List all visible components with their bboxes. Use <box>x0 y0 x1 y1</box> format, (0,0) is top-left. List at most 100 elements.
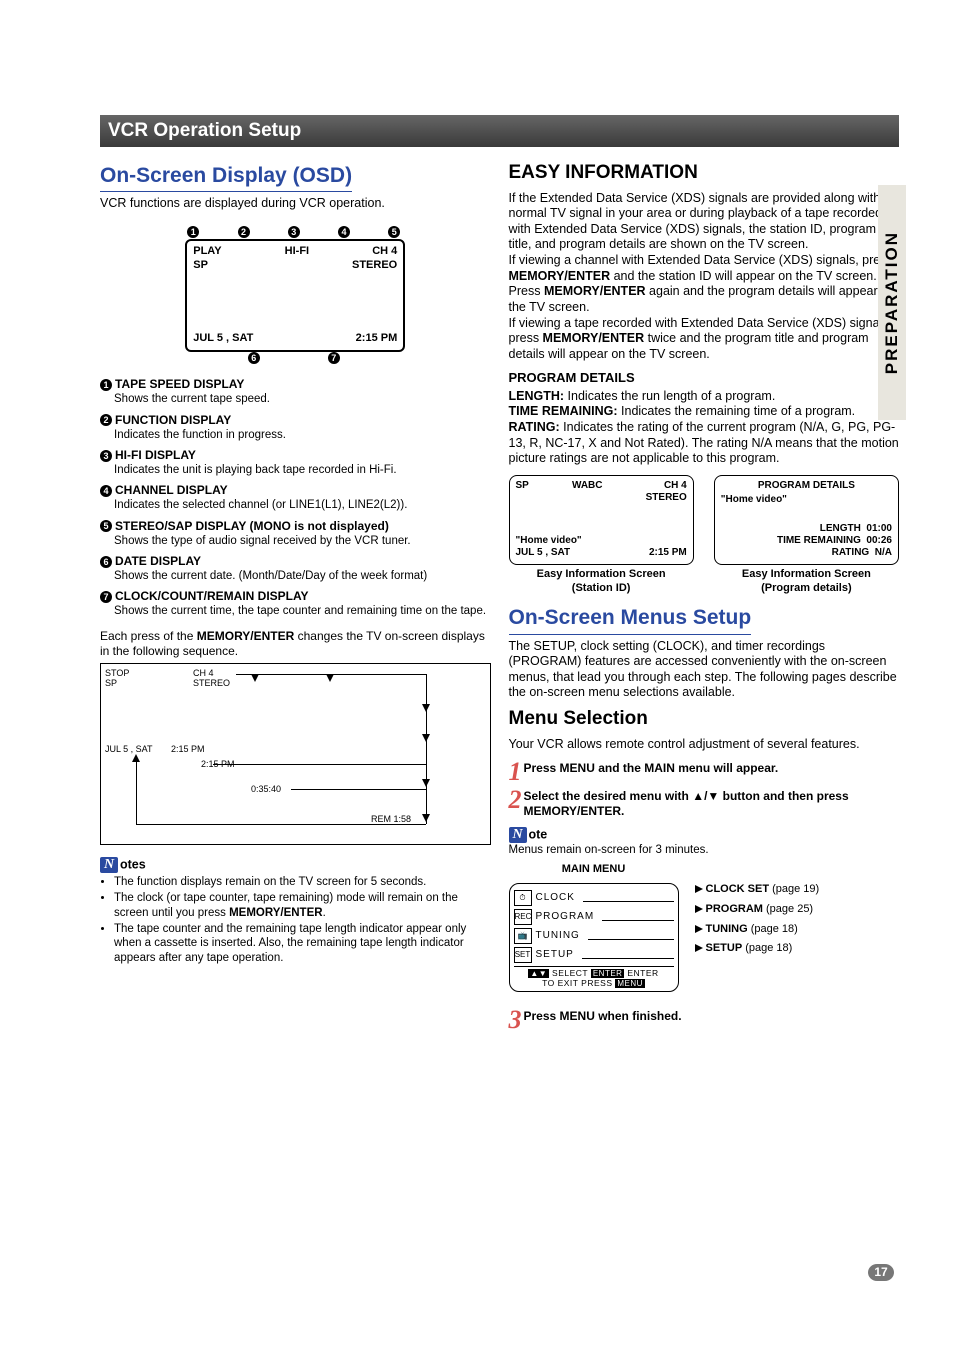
osd-item-list: 1TAPE SPEED DISPLAYShows the current tap… <box>100 377 491 619</box>
seq-date: JUL 5 , SAT <box>105 744 153 755</box>
menu-icon: 📺 <box>514 928 532 944</box>
osd-hifi: HI-FI <box>285 245 309 259</box>
callout-3: 3 <box>288 226 300 238</box>
menu-icon: SET <box>514 947 532 963</box>
section-title: VCR Operation Setup <box>100 115 899 147</box>
seq-sp: SP <box>105 678 117 689</box>
callout-4: 4 <box>338 226 350 238</box>
menu-label: TUNING <box>536 930 580 943</box>
main-menu-diagram: ⏱ CLOCK REC PROGRAM 📺 TUNING SET SETUP ▲▼ SELEC… <box>509 883 900 992</box>
osd-item-title: 3HI-FI DISPLAY <box>100 448 491 463</box>
note-item: The function displays remain on the TV s… <box>114 875 491 889</box>
osd-item-desc: Shows the current time, the tape counter… <box>114 604 491 618</box>
osd-item-desc: Shows the type of audio signal received … <box>114 534 491 548</box>
osd-item-title: 5STEREO/SAP DISPLAY (MONO is not display… <box>100 519 491 534</box>
mini-left-caption: Easy Information Screen(Station ID) <box>509 568 694 596</box>
main-menu-label: MAIN MENU <box>509 863 679 877</box>
menu-pointer: CLOCK SET (page 19) <box>695 883 820 897</box>
osd-play: PLAY <box>193 245 221 259</box>
callout-6: 6 <box>248 352 260 364</box>
osd-intro: VCR functions are displayed during VCR o… <box>100 196 491 212</box>
callout-2: 2 <box>238 226 250 238</box>
easy-p2: If viewing a channel with Extended Data … <box>509 253 900 316</box>
step-num-3: 3 <box>509 1012 522 1028</box>
seq-counter: 0:35:40 <box>251 784 281 795</box>
sequence-diagram: STOP SP CH 4 STEREO JUL 5 , SAT 2:15 PM … <box>100 663 491 845</box>
page-number: 17 <box>868 1264 894 1281</box>
columns: On-Screen Display (OSD) VCR functions ar… <box>100 157 899 1027</box>
page: PREPARATION VCR Operation Setup On-Scree… <box>0 0 954 1351</box>
step-num-2: 2 <box>509 792 522 808</box>
right-column: EASY INFORMATION If the Extended Data Se… <box>509 157 900 1027</box>
menu-row: SET SETUP <box>514 947 674 963</box>
menu-selection-intro: Your VCR allows remote control adjustmen… <box>509 737 900 753</box>
menu-pointers: CLOCK SET (page 19) PROGRAM (page 25) TUNI… <box>695 883 820 962</box>
main-menu-box: ⏱ CLOCK REC PROGRAM 📺 TUNING SET SETUP ▲▼ SELEC… <box>509 883 679 992</box>
single-note: Note <box>509 827 900 843</box>
osd-item-title: 6DATE DISPLAY <box>100 554 491 569</box>
program-details-heading: PROGRAM DETAILS <box>509 370 900 386</box>
step-1: 1 Press MENU and the MAIN menu will appe… <box>509 758 900 780</box>
note-icon: N <box>100 857 118 873</box>
menu-label: PROGRAM <box>536 911 595 924</box>
menu-label: CLOCK <box>536 892 575 905</box>
osd-time: 2:15 PM <box>356 332 398 346</box>
menu-pointer: PROGRAM (page 25) <box>695 903 820 917</box>
osd-item-title: 7CLOCK/COUNT/REMAIN DISPLAY <box>100 589 491 604</box>
notes-heading: otes <box>120 857 146 871</box>
osd-diagram: 1 2 3 4 5 PLAY HI-FI CH 4 SP STEREO <box>181 220 409 372</box>
easy-info-heading: EASY INFORMATION <box>509 161 900 185</box>
menu-icon: REC <box>514 909 532 925</box>
note-item: The clock (or tape counter, tape remaini… <box>114 891 491 920</box>
osd-item-title: 4CHANNEL DISPLAY <box>100 483 491 498</box>
osd-stereo: STEREO <box>352 259 397 273</box>
osd-item-desc: Indicates the function in progress. <box>114 428 491 442</box>
step-num-1: 1 <box>509 764 522 780</box>
menu-label: SETUP <box>536 949 574 962</box>
mini-screen-program-details: PROGRAM DETAILS "Home video" LENGTH 01:0… <box>714 475 899 565</box>
osd-date: JUL 5 , SAT <box>193 332 253 346</box>
callout-7: 7 <box>328 352 340 364</box>
osd-item-title: 1TAPE SPEED DISPLAY <box>100 377 491 392</box>
menu-row: 📺 TUNING <box>514 928 674 944</box>
menu-pointer: TUNING (page 18) <box>695 923 820 937</box>
onscreen-menus-heading: On-Screen Menus Setup <box>509 605 752 634</box>
osd-item-desc: Shows the current date. (Month/Date/Day … <box>114 569 491 583</box>
menu-icon: ⏱ <box>514 890 532 906</box>
mini-screen-station-id: SP WABC CH 4 STEREO "Home video" JUL 5 ,… <box>509 475 694 565</box>
side-tab: PREPARATION <box>878 185 906 420</box>
callout-1: 1 <box>187 226 199 238</box>
menus-intro: The SETUP, clock setting (CLOCK), and ti… <box>509 639 900 702</box>
osd-item-desc: Shows the current tape speed. <box>114 392 491 406</box>
prog-rating: RATING: Indicates the rating of the curr… <box>509 420 900 467</box>
osd-ch: CH 4 <box>372 245 397 259</box>
seq-intro: Each press of the MEMORY/ENTER changes t… <box>100 629 491 659</box>
menu-footer: ▲▼ SELECT ENTER ENTER TO EXIT PRESS MENU <box>514 966 674 989</box>
prog-length: LENGTH: Indicates the run length of a pr… <box>509 389 900 405</box>
single-note-text: Menus remain on-screen for 3 minutes. <box>509 843 900 857</box>
left-column: On-Screen Display (OSD) VCR functions ar… <box>100 157 491 1027</box>
notes-block: Notes The function displays remain on th… <box>100 857 491 965</box>
note-icon: N <box>509 827 527 843</box>
step-3: 3 Press MENU when finished. <box>509 1006 900 1028</box>
seq-stereo: STEREO <box>193 678 230 689</box>
osd-sp: SP <box>193 259 208 273</box>
note-item: The tape counter and the remaining tape … <box>114 922 491 965</box>
notes-list: The function displays remain on the TV s… <box>100 875 491 965</box>
osd-item-desc: Indicates the unit is playing back tape … <box>114 463 491 477</box>
seq-time1: 2:15 PM <box>171 744 205 755</box>
menu-selection-heading: Menu Selection <box>509 707 900 731</box>
easy-p3: If viewing a tape recorded with Extended… <box>509 316 900 363</box>
menu-pointer: SETUP (page 18) <box>695 942 820 956</box>
prog-time: TIME REMAINING: Indicates the remaining … <box>509 404 900 420</box>
easy-p1: If the Extended Data Service (XDS) signa… <box>509 191 900 254</box>
mini-screens: SP WABC CH 4 STEREO "Home video" JUL 5 ,… <box>509 475 900 596</box>
menu-row: REC PROGRAM <box>514 909 674 925</box>
callout-5: 5 <box>388 226 400 238</box>
side-tab-label: PREPARATION <box>881 231 902 374</box>
menu-row: ⏱ CLOCK <box>514 890 674 906</box>
osd-item-desc: Indicates the selected channel (or LINE1… <box>114 498 491 512</box>
osd-heading: On-Screen Display (OSD) <box>100 163 352 192</box>
osd-item-title: 2FUNCTION DISPLAY <box>100 413 491 428</box>
step-2: 2 Select the desired menu with ▲/▼ butto… <box>509 786 900 819</box>
